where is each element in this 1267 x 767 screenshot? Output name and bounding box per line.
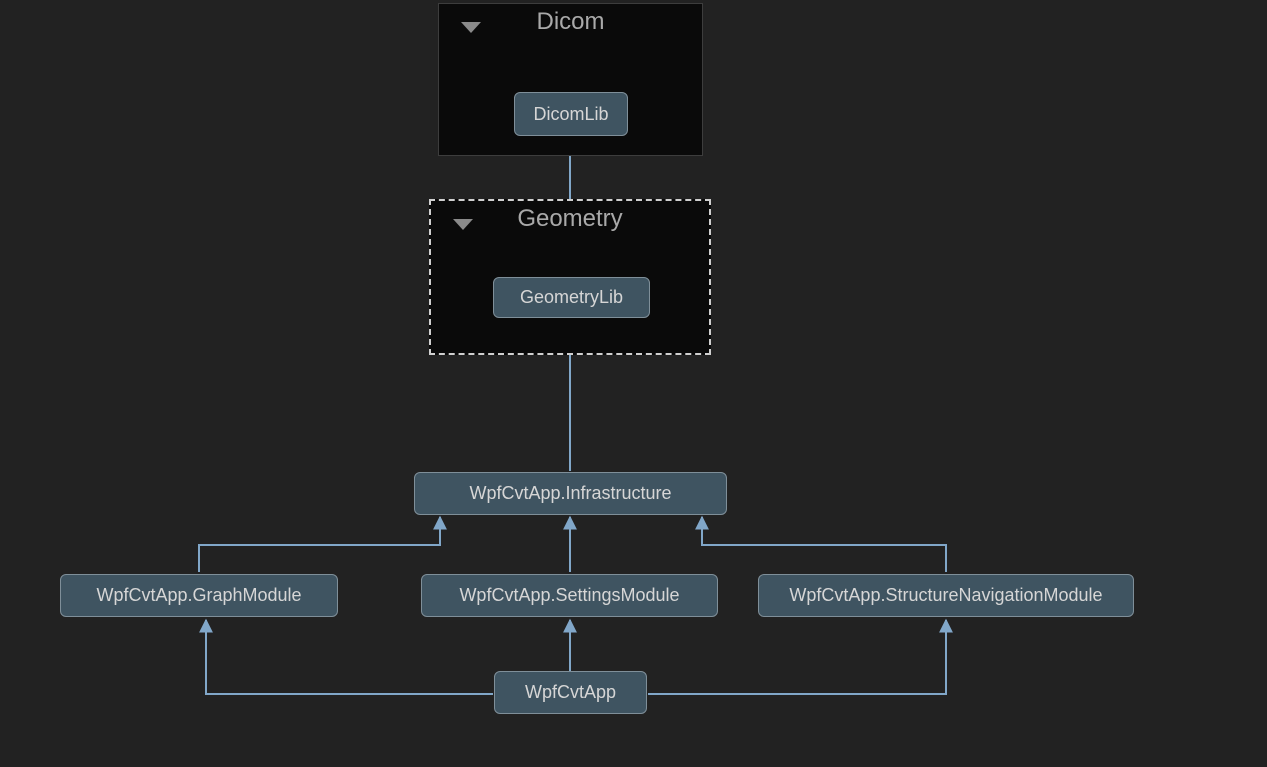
- collapse-icon[interactable]: [453, 219, 473, 231]
- group-dicom[interactable]: Dicom DicomLib: [438, 3, 703, 156]
- edge-graph-infra: [199, 517, 440, 572]
- node-graph-module[interactable]: WpfCvtApp.GraphModule: [60, 574, 338, 617]
- collapse-icon[interactable]: [461, 22, 481, 34]
- diagram-canvas[interactable]: Dicom DicomLib Geometry GeometryLib WpfC…: [0, 0, 1267, 767]
- node-dicomlib[interactable]: DicomLib: [514, 92, 628, 136]
- node-structure-navigation-module[interactable]: WpfCvtApp.StructureNavigationModule: [758, 574, 1134, 617]
- edge-app-graph: [206, 620, 493, 694]
- group-geometry[interactable]: Geometry GeometryLib: [429, 199, 711, 355]
- edge-app-structnav: [648, 620, 946, 694]
- node-infrastructure[interactable]: WpfCvtApp.Infrastructure: [414, 472, 727, 515]
- node-geometrylib[interactable]: GeometryLib: [493, 277, 650, 318]
- node-settings-module[interactable]: WpfCvtApp.SettingsModule: [421, 574, 718, 617]
- edge-structnav-infra: [702, 517, 946, 572]
- node-app[interactable]: WpfCvtApp: [494, 671, 647, 714]
